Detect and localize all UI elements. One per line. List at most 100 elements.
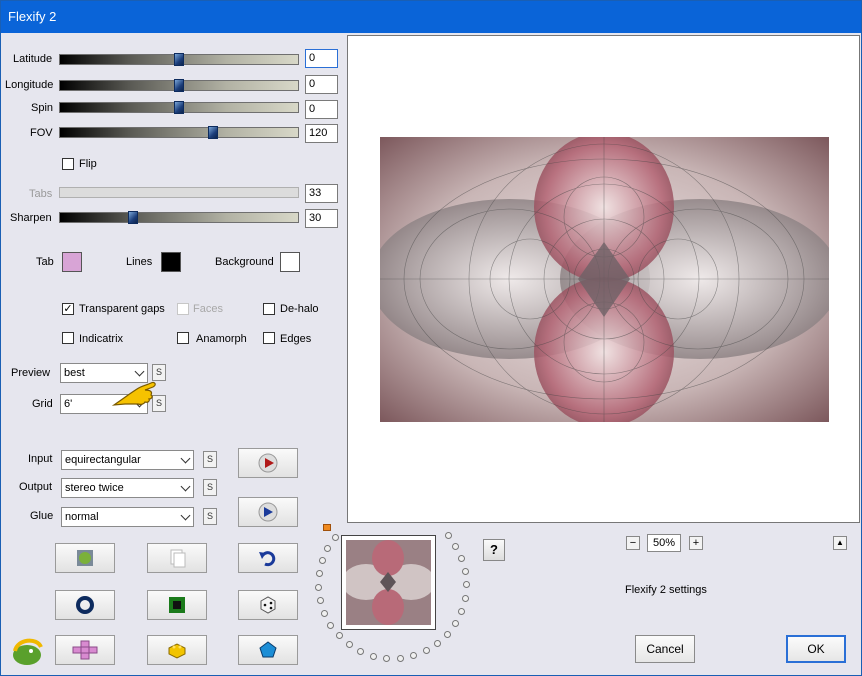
de-halo-checkbox[interactable] [263, 303, 275, 315]
flip-checkbox[interactable] [62, 158, 74, 170]
keyframe-dot[interactable] [383, 655, 390, 662]
transparent-gaps-checkbox[interactable]: ✓ [62, 303, 74, 315]
output-select-value: stereo twice [65, 482, 124, 494]
ring-icon [76, 596, 94, 614]
preview-label: Preview [11, 367, 51, 379]
zoom-out-button[interactable]: − [626, 536, 640, 550]
keyframe-dot[interactable] [357, 648, 364, 655]
pointing-hand-icon [111, 381, 156, 406]
keyframe-dot[interactable] [452, 543, 459, 550]
collapse-up-button[interactable]: ▲ [833, 536, 847, 550]
indicatrix-checkbox[interactable] [62, 332, 74, 344]
sharpen-thumb[interactable] [128, 211, 138, 224]
animation-start-marker[interactable] [323, 524, 331, 531]
keyframe-dot[interactable] [463, 581, 470, 588]
input-label: Input [28, 453, 53, 465]
flip-label: Flip [79, 158, 97, 170]
undo-button[interactable] [238, 543, 298, 573]
play-back-button[interactable] [238, 497, 298, 527]
frame-button[interactable] [147, 590, 207, 620]
tiles-icon [72, 640, 98, 660]
tab-color-swatch[interactable] [62, 252, 82, 272]
glue-s-button[interactable]: S [203, 508, 217, 525]
output-select[interactable]: stereo twice [61, 478, 194, 498]
tiles-button[interactable] [55, 635, 115, 665]
keyframe-dot[interactable] [324, 545, 331, 552]
keyframe-dot[interactable] [319, 557, 326, 564]
open-image-button[interactable] [55, 543, 115, 573]
keyframe-dot[interactable] [346, 641, 353, 648]
keyframe-dot[interactable] [458, 608, 465, 615]
spin-thumb[interactable] [174, 101, 184, 114]
lines-color-swatch[interactable] [161, 252, 181, 272]
ok-button[interactable]: OK [786, 635, 846, 663]
latitude-field[interactable]: 0 [305, 49, 338, 68]
latitude-slider[interactable] [59, 53, 299, 66]
keyframe-dot[interactable] [317, 597, 324, 604]
keyframe-dot[interactable] [462, 568, 469, 575]
keyframe-dot[interactable] [452, 620, 459, 627]
keyframe-dot[interactable] [434, 640, 441, 647]
spin-slider[interactable] [59, 101, 299, 114]
keyframe-dot[interactable] [327, 622, 334, 629]
keyframe-dot[interactable] [410, 652, 417, 659]
keyframe-dot[interactable] [370, 653, 377, 660]
play-forward-button[interactable] [238, 448, 298, 478]
random-button[interactable] [238, 590, 298, 620]
longitude-thumb[interactable] [174, 79, 184, 92]
zoom-in-button[interactable]: + [689, 536, 703, 550]
input-s-button[interactable]: S [203, 451, 217, 468]
keyframe-dot[interactable] [445, 532, 452, 539]
latitude-thumb[interactable] [174, 53, 184, 66]
edges-label: Edges [280, 333, 312, 345]
preview-pane[interactable] [347, 35, 860, 523]
thumbnail-image [346, 540, 431, 625]
sharpen-slider[interactable] [59, 211, 299, 224]
copy-button[interactable] [147, 543, 207, 573]
grid-label: Grid [32, 398, 53, 410]
zoom-level: 50% [647, 534, 681, 552]
edges-checkbox[interactable] [263, 332, 275, 344]
output-label: Output [19, 481, 53, 493]
keyframe-dot[interactable] [458, 555, 465, 562]
faces-label: Faces [193, 303, 223, 315]
help-button[interactable]: ? [483, 539, 505, 561]
keyframe-dot[interactable] [332, 534, 339, 541]
keyframe-dot[interactable] [315, 584, 322, 591]
thumbnail-preview[interactable] [341, 535, 436, 630]
cancel-button[interactable]: Cancel [635, 635, 695, 663]
fov-slider[interactable] [59, 126, 299, 139]
brick-button[interactable] [147, 635, 207, 665]
output-s-button[interactable]: S [203, 479, 217, 496]
background-color-swatch[interactable] [280, 252, 300, 272]
pentagon-icon [259, 641, 277, 658]
tab-color-label: Tab [36, 256, 54, 268]
spin-field[interactable]: 0 [305, 100, 338, 119]
play-blue-icon [258, 502, 278, 522]
fov-thumb[interactable] [208, 126, 218, 139]
longitude-field[interactable]: 0 [305, 75, 338, 94]
fov-field[interactable]: 120 [305, 124, 338, 143]
input-select[interactable]: equirectangular [61, 450, 194, 470]
keyframe-dot[interactable] [316, 570, 323, 577]
keyframe-dot[interactable] [462, 595, 469, 602]
keyframe-dot[interactable] [444, 631, 451, 638]
indicatrix-label: Indicatrix [79, 333, 124, 345]
input-select-value: equirectangular [65, 454, 141, 466]
keyframe-dot[interactable] [321, 610, 328, 617]
keyframe-dot[interactable] [397, 655, 404, 662]
tabs-field[interactable]: 33 [305, 184, 338, 203]
ring-button[interactable] [55, 590, 115, 620]
keyframe-dot[interactable] [336, 632, 343, 639]
anamorph-label: Anamorph [196, 333, 247, 345]
longitude-slider[interactable] [59, 79, 299, 92]
sharpen-field[interactable]: 30 [305, 209, 338, 228]
window-title: Flexify 2 [8, 9, 57, 24]
glue-select[interactable]: normal [61, 507, 194, 527]
polyhedron-button[interactable] [238, 635, 298, 665]
anamorph-checkbox[interactable] [177, 332, 189, 344]
keyframe-dot[interactable] [423, 647, 430, 654]
latitude-label: Latitude [13, 53, 53, 65]
fov-label: FOV [30, 127, 53, 139]
chevron-down-icon [180, 481, 191, 492]
